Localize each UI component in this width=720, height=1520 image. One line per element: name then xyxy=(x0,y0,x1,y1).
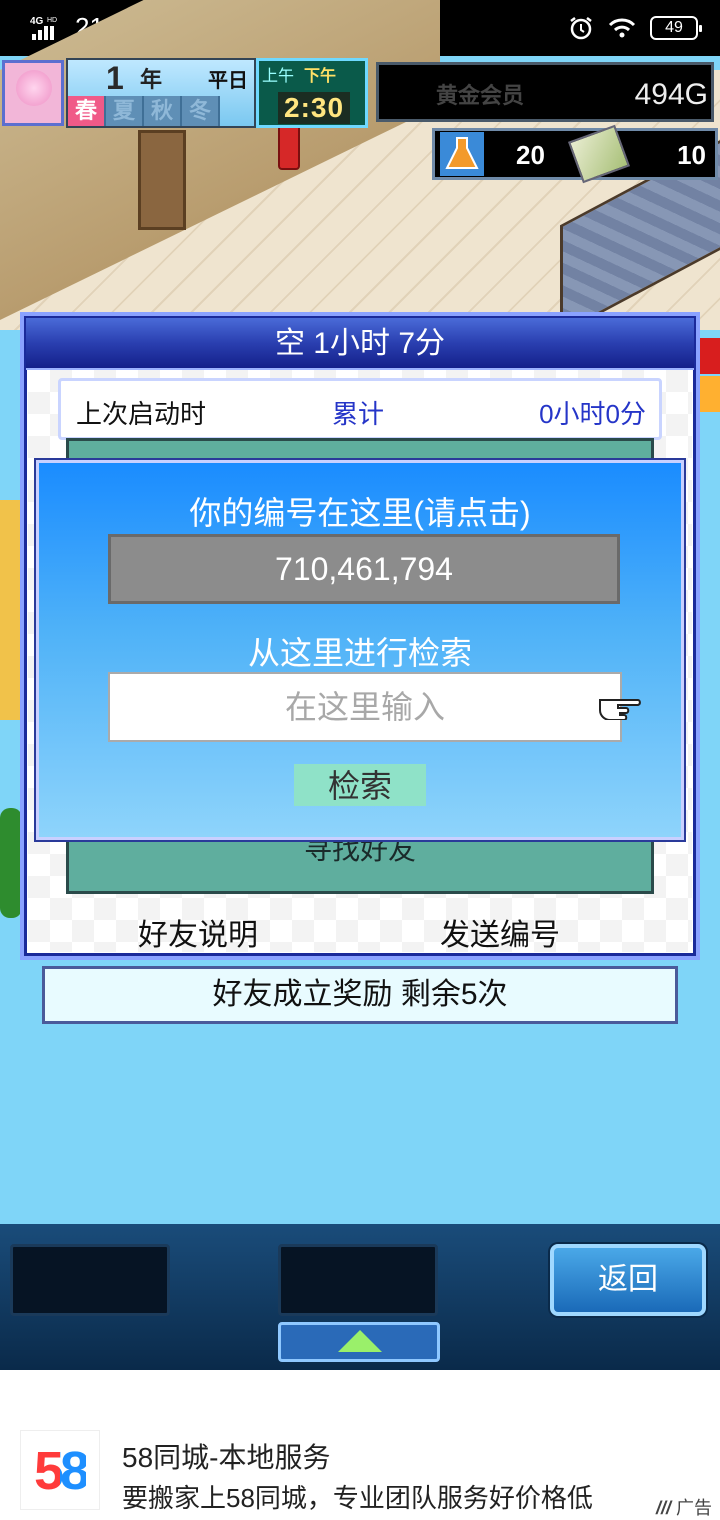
ad-logo: 58 xyxy=(20,1430,100,1510)
member-label: 黄金会员 xyxy=(436,83,525,108)
season-spring: 春 xyxy=(68,96,106,126)
friend-id-input[interactable] xyxy=(108,672,622,742)
total-label: 累计 xyxy=(332,399,385,429)
last-launch-label: 上次启动时 xyxy=(76,399,207,429)
season-autumn: 秋 xyxy=(144,96,182,126)
total-time: 0小时0分 xyxy=(539,399,646,429)
search-button[interactable]: 检索 xyxy=(294,764,426,806)
sakura-icon xyxy=(16,70,52,106)
ad-tag-label: 广告 xyxy=(676,1498,712,1518)
tree-icon xyxy=(0,808,22,918)
clock-time: 2:30 xyxy=(278,92,351,124)
back-button[interactable]: 返回 xyxy=(550,1244,706,1316)
side-tab-red[interactable] xyxy=(700,338,720,374)
year-number: 1 xyxy=(106,60,124,96)
status-right: 49 xyxy=(568,14,702,42)
am-label: 上午 xyxy=(262,68,295,85)
door-icon xyxy=(138,130,186,230)
wifi-icon xyxy=(608,18,636,38)
id-dialog-title: 你的编号在这里(请点击) xyxy=(189,495,531,531)
side-tab-orange[interactable] xyxy=(700,376,720,412)
weekday-label: 平日 xyxy=(208,70,248,92)
toolbar-slot-1[interactable] xyxy=(10,1244,170,1316)
player-id-button[interactable]: 710,461,794 xyxy=(108,534,620,604)
battery-icon: 49 xyxy=(650,16,702,40)
svg-text:HD: HD xyxy=(47,17,57,24)
ad-body[interactable]: 要搬家上58同城，专业团队服务好价格低 xyxy=(122,1478,593,1515)
research-points: 20 xyxy=(516,140,545,170)
season-list: 春 夏 秋 冬 xyxy=(68,96,220,126)
ad-title[interactable]: 58同城-本地服务 xyxy=(122,1436,330,1476)
pm-label: 下午 xyxy=(304,68,337,85)
panel-title: 空 1小时 7分 xyxy=(26,318,694,370)
alarm-icon xyxy=(570,17,592,40)
season-summer: 夏 xyxy=(106,96,144,126)
send-id-button[interactable]: 发送编号 xyxy=(440,910,560,954)
svg-text:4G: 4G xyxy=(30,16,44,27)
flask-icon xyxy=(440,132,484,176)
ad-tag-icon: /// xyxy=(655,1498,671,1518)
gold-amount: 494G xyxy=(634,78,708,111)
search-title: 从这里进行检索 xyxy=(247,635,472,671)
ticket-count: 10 xyxy=(677,140,706,170)
arrow-up-icon xyxy=(338,1330,382,1352)
friend-explain-button[interactable]: 好友说明 xyxy=(138,910,258,954)
friend-reward-bar: 好友成立奖励 剩余5次 xyxy=(42,966,678,1024)
year-label: 年 xyxy=(140,67,163,92)
pointing-hand-icon xyxy=(599,699,641,720)
game-screen: 4G HD 21:40 49 1 年 平日 春 夏 秋 冬 xyxy=(0,0,720,1520)
toolbar-slot-2[interactable] xyxy=(278,1244,438,1316)
ad-tag: /// 广告 xyxy=(656,1494,712,1520)
signal-icon: 4G HD xyxy=(30,16,57,40)
ad-logo-text: 58 xyxy=(33,1441,90,1501)
season-winter: 冬 xyxy=(182,96,220,126)
